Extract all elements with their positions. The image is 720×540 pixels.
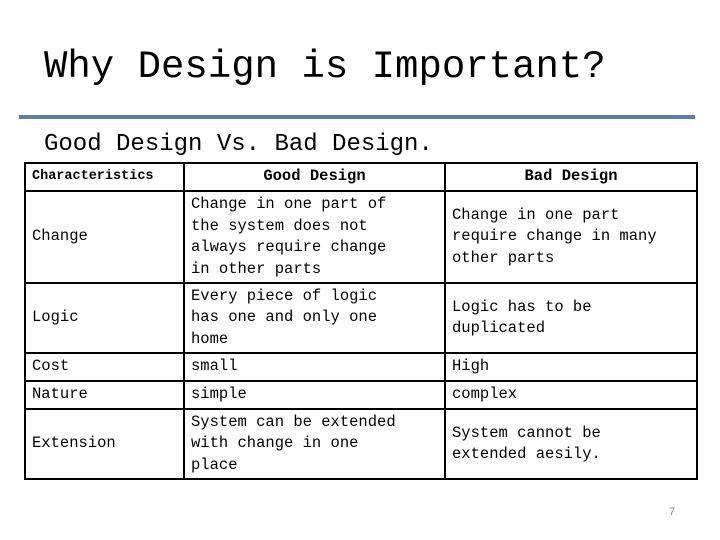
good-design-text: simple	[191, 385, 247, 404]
good-design-cell: small	[183, 352, 446, 382]
bad-design-text: Change in one part require change in man…	[452, 205, 657, 267]
bad-design-cell: Logic has to be duplicated	[444, 282, 698, 354]
characteristic-cell: Logic	[24, 282, 185, 354]
table-header-row: Characteristics Good Design Bad Design	[24, 162, 698, 192]
characteristic-text: Change	[32, 227, 88, 246]
characteristic-cell: Nature	[24, 380, 185, 410]
table-row: Extension System can be extended with ch…	[24, 408, 698, 480]
slide-subtitle: Good Design Vs. Bad Design.	[44, 131, 433, 158]
bad-design-text: complex	[452, 385, 518, 404]
characteristic-cell: Cost	[24, 352, 185, 382]
good-design-text: Change in one part of the system does no…	[191, 195, 387, 278]
bad-design-cell: High	[444, 352, 698, 382]
characteristic-cell: Change	[24, 190, 185, 284]
characteristic-text: Cost	[32, 357, 70, 376]
page-number: 7	[669, 506, 676, 518]
characteristic-text: Nature	[32, 385, 88, 404]
bad-design-text: Logic has to be duplicated	[452, 297, 592, 338]
bad-design-cell: complex	[444, 380, 698, 410]
characteristic-text: Extension	[32, 434, 116, 453]
header-good-design: Good Design	[183, 162, 446, 192]
table-row: Nature simple complex	[24, 380, 698, 410]
good-design-cell: simple	[183, 380, 446, 410]
characteristic-cell: Extension	[24, 408, 185, 480]
good-design-cell: System can be extended with change in on…	[183, 408, 446, 480]
bad-design-cell: System cannot be extended aesily.	[444, 408, 698, 480]
bad-design-cell: Change in one part require change in man…	[444, 190, 698, 284]
good-design-cell: Change in one part of the system does no…	[183, 190, 446, 284]
table-row: Change Change in one part of the system …	[24, 190, 698, 284]
good-design-text: small	[191, 357, 238, 376]
good-design-text: System can be extended with change in on…	[191, 412, 396, 474]
good-design-text: Every piece of logic has one and only on…	[191, 286, 378, 348]
table-row: Cost small High	[24, 352, 698, 382]
bad-design-text: High	[452, 357, 490, 376]
good-design-cell: Every piece of logic has one and only on…	[183, 282, 446, 354]
header-bad-design: Bad Design	[444, 162, 698, 192]
comparison-table: Characteristics Good Design Bad Design C…	[24, 162, 698, 480]
table-row: Logic Every piece of logic has one and o…	[24, 282, 698, 354]
characteristic-text: Logic	[32, 308, 79, 327]
header-characteristics: Characteristics	[24, 162, 185, 192]
slide-title: Why Design is Important?	[44, 45, 606, 89]
title-divider	[19, 115, 695, 119]
bad-design-text: System cannot be extended aesily.	[452, 423, 601, 464]
